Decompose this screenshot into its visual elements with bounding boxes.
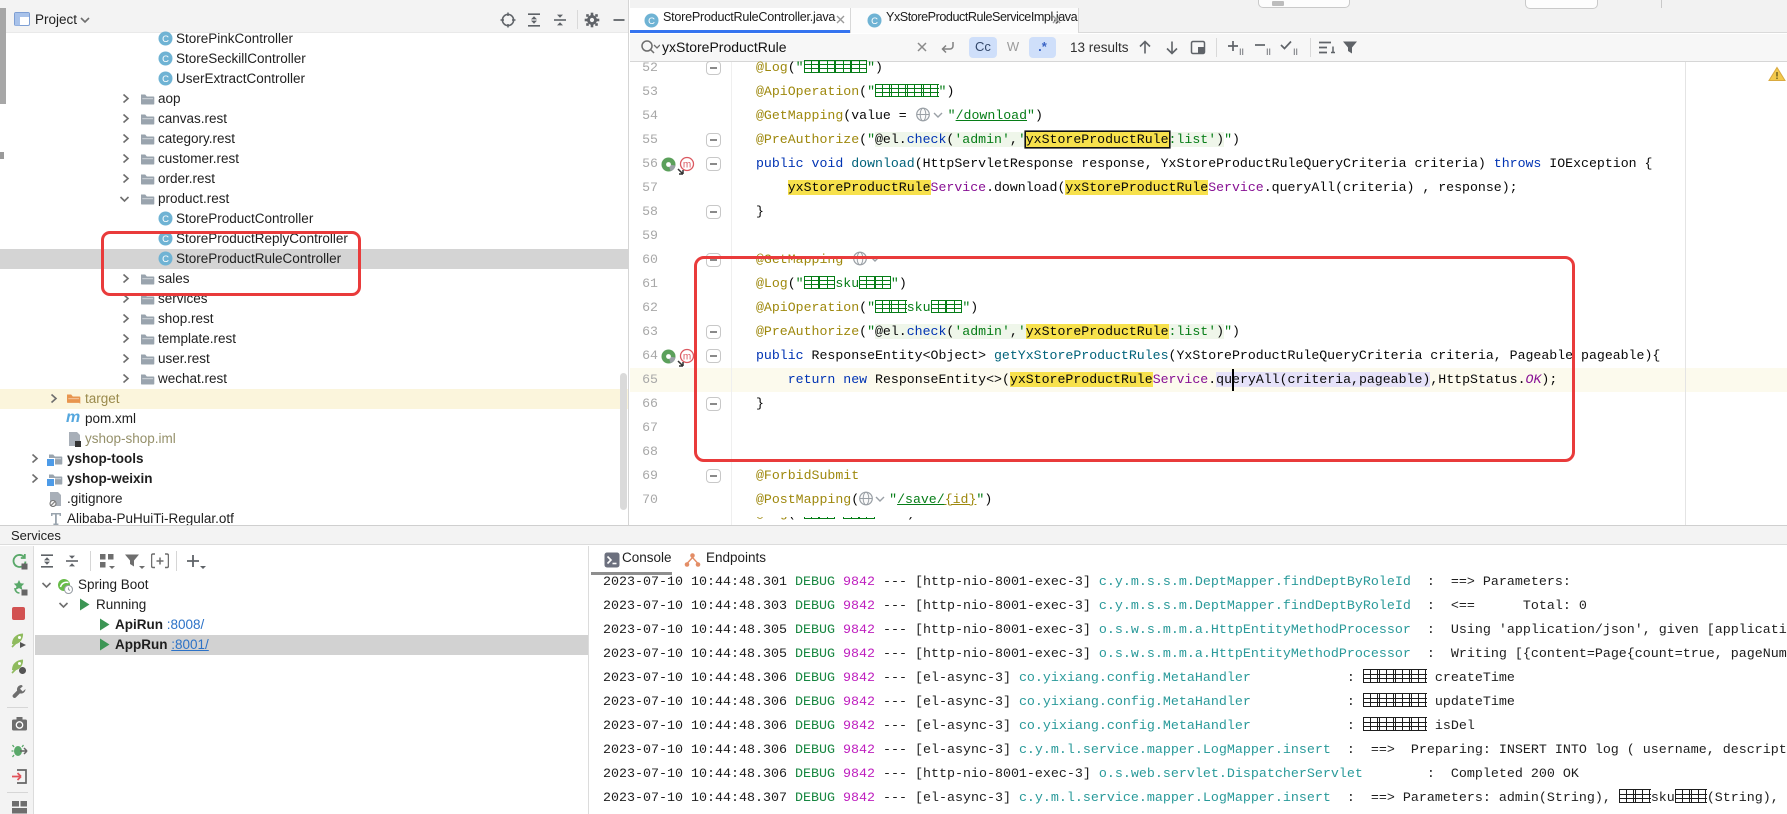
- svg-text:II: II: [1239, 47, 1244, 57]
- svg-text:II: II: [1266, 47, 1271, 57]
- svg-text:II: II: [1293, 47, 1298, 57]
- svg-text:C: C: [871, 16, 878, 27]
- svg-text:m: m: [683, 352, 691, 363]
- svg-text:m: m: [683, 160, 691, 171]
- svg-text:C: C: [648, 16, 655, 27]
